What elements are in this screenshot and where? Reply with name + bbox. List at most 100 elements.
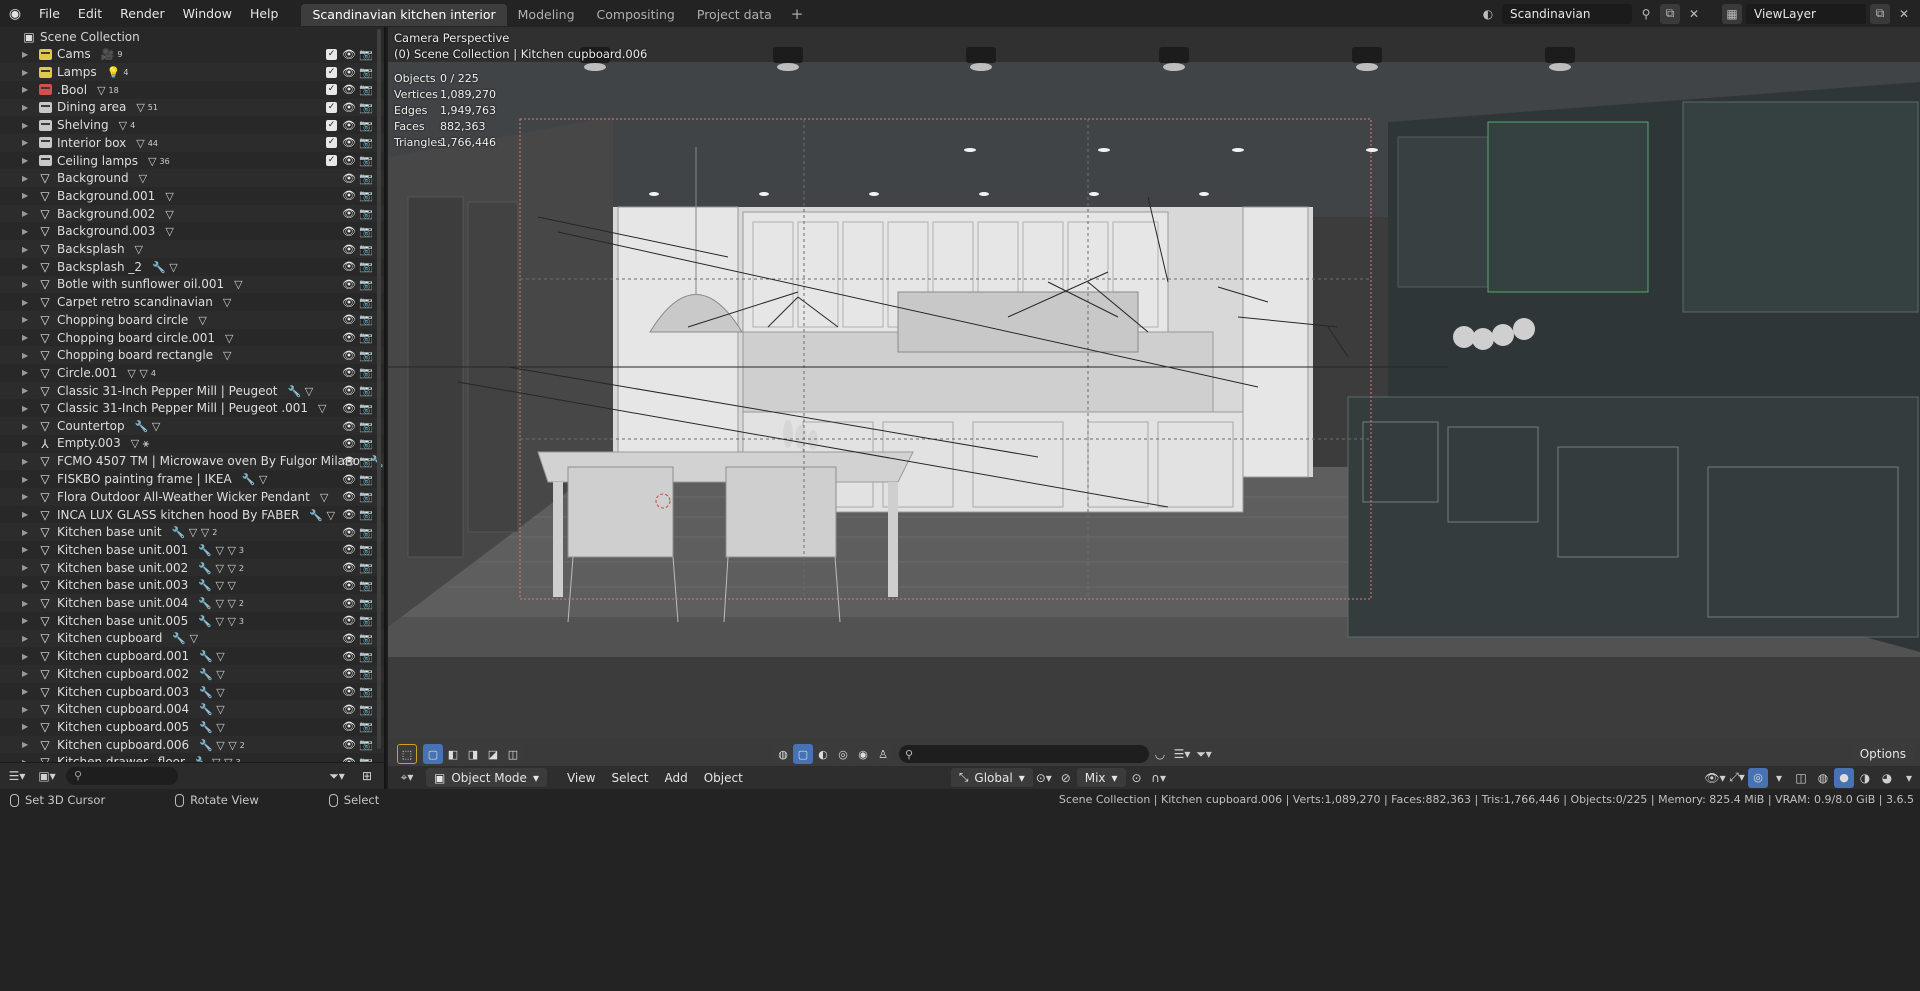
delete-view-layer-icon[interactable]: ✕ (1894, 4, 1914, 24)
expand-arrow-icon[interactable]: ▶ (22, 85, 32, 94)
outliner-object-row[interactable]: ▶ ▽ Botle with sunflower oil.001 ▽ 👁 📷 (0, 275, 384, 294)
outliner-object-row[interactable]: ▶ ▽ Kitchen cupboard.004 🔧 ▽ 👁 📷 (0, 700, 384, 719)
outliner-collection-row[interactable]: ▶ Ceiling lamps ▽ 36 ✓ 👁 📷 (0, 152, 384, 170)
outliner-object-row[interactable]: ▶ ▽ Kitchen cupboard.003 🔧 ▽ 👁 📷 (0, 683, 384, 701)
filter-world-icon[interactable]: ◉ (853, 744, 873, 764)
visibility-eye-icon[interactable]: 👁 (342, 384, 356, 397)
outliner-object-row[interactable]: ▶ ▽ Kitchen cupboard.005 🔧 ▽ 👁 📷 (0, 718, 384, 736)
snap-target-dropdown[interactable]: Mix ▾ (1076, 768, 1126, 787)
outliner-object-row[interactable]: ▶ ▽ Kitchen base unit.004 🔧 ▽ ▽ 2 👁 📷 (0, 594, 384, 612)
expand-arrow-icon[interactable]: ▶ (22, 457, 32, 466)
add-workspace-button[interactable]: + (783, 5, 812, 23)
pin-icon[interactable]: ⚲ (1636, 4, 1656, 24)
outliner-object-row[interactable]: ▶ ▽ Background.003 ▽ 👁 📷 (0, 223, 384, 241)
outliner-object-row[interactable]: ▶ ▽ INCA LUX GLASS kitchen hood By FABER 🔧 … (0, 506, 384, 524)
menu-render[interactable]: Render (111, 0, 174, 27)
menu-add[interactable]: Add (656, 771, 695, 785)
expand-arrow-icon[interactable]: ▶ (22, 687, 32, 696)
visibility-eye-icon[interactable]: 👁 (342, 455, 356, 468)
scene-render[interactable] (388, 27, 1920, 739)
visibility-eye-icon[interactable]: 👁 (342, 349, 356, 362)
expand-arrow-icon[interactable]: ▶ (22, 68, 32, 77)
shading-wireframe-icon[interactable]: ◍ (1812, 768, 1834, 788)
render-camera-icon[interactable]: 📷 (359, 331, 373, 344)
expand-arrow-icon[interactable]: ▶ (22, 174, 32, 183)
exclude-checkbox[interactable]: ✓ (326, 48, 337, 60)
view-type-icon[interactable]: ☰▾ (1171, 744, 1193, 764)
exclude-checkbox[interactable]: ✓ (326, 84, 337, 96)
render-camera-icon[interactable]: 📷 (359, 66, 373, 79)
overlays-dropdown-icon[interactable]: ▾ (1768, 768, 1790, 788)
outliner-object-row[interactable]: ▶ ▽ Backsplash _2 🔧 ▽ 👁 📷 (0, 258, 384, 276)
gizmo-icon[interactable]: ⤢▾ (1726, 768, 1748, 788)
outliner-object-row[interactable]: ▶ ▽ Chopping board circle.001 ▽ 👁 📷 (0, 329, 384, 347)
visibility-eye-icon[interactable]: 👁 (342, 685, 356, 698)
outliner-object-row[interactable]: ▶ ▽ Carpet retro scandinavian ▽ 👁 📷 (0, 293, 384, 311)
visibility-eye-icon[interactable]: 👁 (342, 331, 356, 344)
render-camera-icon[interactable]: 📷 (359, 667, 373, 680)
expand-arrow-icon[interactable]: ▶ (22, 634, 32, 643)
workspace-tab-modeling[interactable]: Modeling (507, 4, 586, 26)
expand-arrow-icon[interactable]: ▶ (22, 315, 32, 324)
blender-logo-icon[interactable]: ◉ (0, 0, 30, 27)
visibility-eye-icon[interactable]: 👁 (342, 561, 356, 574)
exclude-checkbox[interactable]: ✓ (326, 119, 337, 131)
expand-arrow-icon[interactable]: ▶ (22, 669, 32, 678)
render-camera-icon[interactable]: 📷 (359, 685, 373, 698)
shading-solid-icon[interactable]: ● (1834, 767, 1854, 788)
render-camera-icon[interactable]: 📷 (359, 614, 373, 627)
visibility-eye-icon[interactable]: 👁 (342, 48, 356, 61)
render-camera-icon[interactable]: 📷 (359, 48, 373, 61)
menu-file[interactable]: File (30, 0, 69, 27)
visibility-eye-icon[interactable]: 👁 (342, 101, 356, 114)
visibility-eye-icon[interactable]: 👁 (342, 83, 356, 96)
outliner-object-row[interactable]: ▶ ▽ Countertop 🔧 ▽ 👁 📷 (0, 417, 384, 435)
xray-icon[interactable]: ◫ (1790, 768, 1812, 788)
expand-arrow-icon[interactable]: ▶ (22, 616, 32, 625)
outliner-object-row[interactable]: ▶ ▽ Kitchen cupboard.006 🔧 ▽ ▽ 2 👁 📷 (0, 735, 384, 754)
expand-arrow-icon[interactable]: ▶ (22, 121, 32, 130)
view-layer-selector-icon[interactable]: ▦ (1722, 3, 1742, 24)
expand-arrow-icon[interactable]: ▶ (22, 298, 32, 307)
render-camera-icon[interactable]: 📷 (359, 136, 373, 149)
expand-arrow-icon[interactable]: ▶ (22, 138, 32, 147)
expand-arrow-icon[interactable]: ▶ (22, 156, 32, 165)
shading-rendered-icon[interactable]: ◕ (1876, 768, 1898, 788)
outliner-object-row[interactable]: ▶ ▽ Kitchen base unit 🔧 ▽ ▽ 2 👁 📷 (0, 523, 384, 542)
exclude-checkbox[interactable]: ✓ (326, 137, 337, 149)
outliner-scrollbar[interactable] (377, 29, 381, 749)
render-camera-icon[interactable]: 📷 (359, 154, 373, 167)
asset-search-input[interactable]: ⚲ (899, 745, 1149, 763)
visibility-eye-icon[interactable]: 👁 (342, 720, 356, 733)
expand-arrow-icon[interactable]: ▶ (22, 475, 32, 484)
expand-arrow-icon[interactable]: ▶ (22, 705, 32, 714)
expand-arrow-icon[interactable]: ▶ (22, 103, 32, 112)
outliner-object-row[interactable]: ▶ ▽ Background ▽ 👁 📷 (0, 169, 384, 188)
expand-arrow-icon[interactable]: ▶ (22, 191, 32, 200)
search-options-icon[interactable]: ◡ (1149, 744, 1171, 764)
workspace-tab-project-data[interactable]: Project data (686, 4, 783, 26)
visibility-eye-icon[interactable]: 👁 (342, 632, 356, 645)
visibility-eye-icon[interactable]: 👁 (342, 543, 356, 556)
menu-edit[interactable]: Edit (69, 0, 111, 27)
visibility-eye-icon[interactable]: 👁 (342, 473, 356, 486)
delete-scene-icon[interactable]: ✕ (1684, 4, 1704, 24)
select-new-icon[interactable]: ▢ (423, 744, 443, 764)
outliner-collection-row[interactable]: ▶ Lamps 💡 4 ✓ 👁 📷 (0, 63, 384, 81)
outliner-object-row[interactable]: ▶ ▽ Kitchen base unit.001 🔧 ▽ ▽ 3 👁 📷 (0, 541, 384, 559)
outliner-object-row[interactable]: ▶ ▽ Kitchen base unit.002 🔧 ▽ ▽ 2 👁 📷 (0, 558, 384, 577)
render-camera-icon[interactable]: 📷 (359, 473, 373, 486)
outliner-object-row[interactable]: ▶▽Kitchen drawer _floor🔧 ▽ ▽3👁📷 (0, 754, 384, 762)
outliner-object-row[interactable]: ▶ ▽ Classic 31-Inch Pepper Mill | Peugeot 🔧… (0, 381, 384, 400)
expand-arrow-icon[interactable]: ▶ (22, 439, 32, 448)
options-button[interactable]: Options (1851, 744, 1914, 764)
visibility-eye-icon[interactable]: 👁 (342, 508, 356, 521)
visibility-eye-icon[interactable]: 👁 (342, 667, 356, 680)
render-camera-icon[interactable]: 📷 (359, 225, 373, 238)
visibility-eye-icon[interactable]: 👁 (342, 738, 356, 751)
render-camera-icon[interactable]: 📷 (359, 101, 373, 114)
expand-arrow-icon[interactable]: ▶ (22, 510, 32, 519)
visibility-eye-icon[interactable]: 👁 (342, 526, 356, 539)
render-camera-icon[interactable]: 📷 (359, 437, 373, 450)
visibility-eye-icon[interactable]: 👁 (342, 225, 356, 238)
